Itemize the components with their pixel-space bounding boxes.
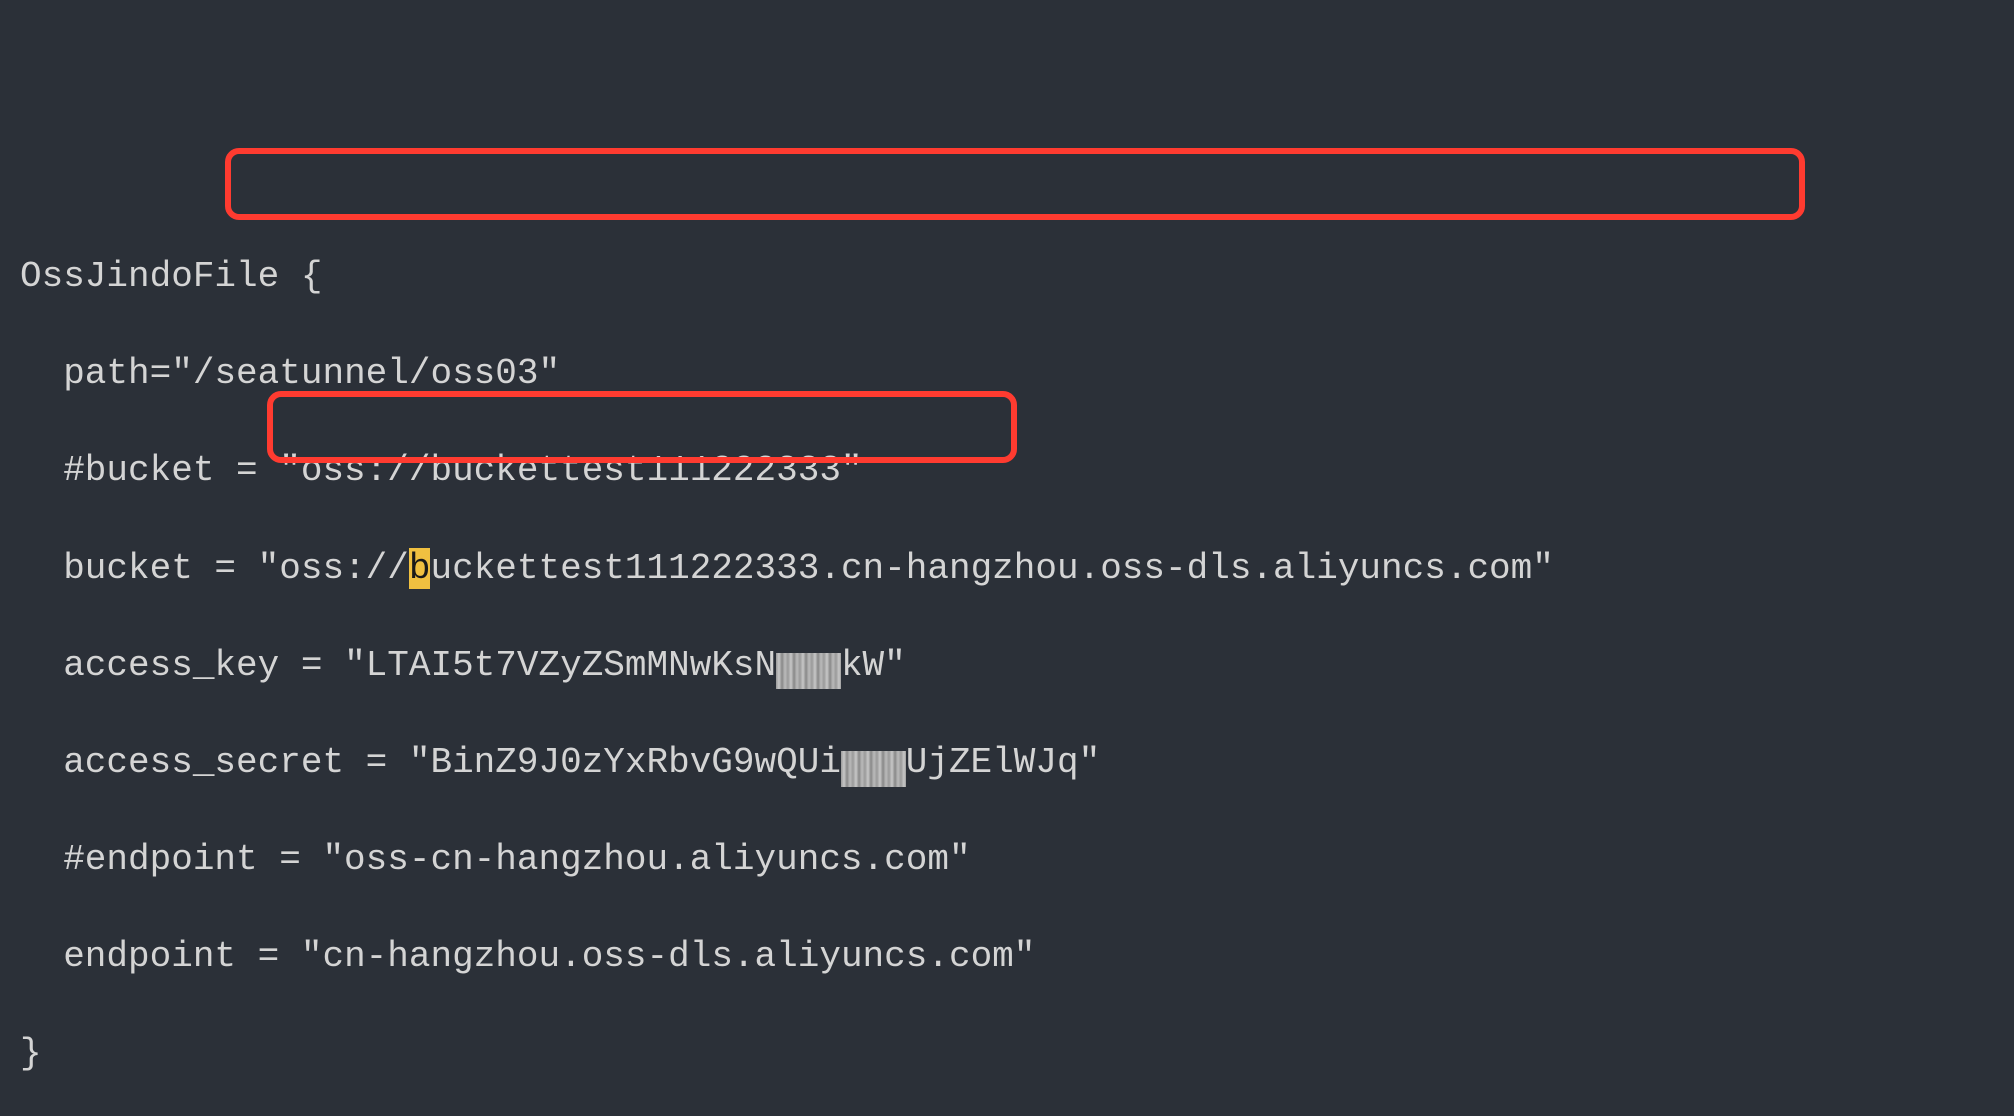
bucket-value-prefix: "oss:// [258, 548, 409, 589]
access-key-value-pre: "LTAI5t7VZyZSmMNwKsN [344, 645, 776, 686]
access-secret-key: access_secret = [63, 742, 409, 783]
code-line-5: access_key = "LTAI5t7VZyZSmMNwKsN kW" [20, 642, 1994, 691]
code-line-1: OssJindoFile { [20, 253, 1994, 302]
access-key-value-post: kW" [841, 645, 906, 686]
access-secret-value-pre: "BinZ9J0zYxRbvG9wQUi [409, 742, 841, 783]
code-line-2: path="/seatunnel/oss03" [20, 350, 1994, 399]
access-key-key: access_key = [63, 645, 344, 686]
path-value: "/seatunnel/oss03" [171, 353, 560, 394]
censored-block-2 [841, 751, 906, 787]
bucket-key: bucket = [63, 548, 236, 589]
block-close: } [20, 1033, 42, 1074]
path-key: path [63, 353, 149, 394]
endpoint-key: endpoint = [63, 936, 279, 977]
endpoint-comment: #endpoint = "oss-cn-hangzhou.aliyuncs.co… [63, 839, 970, 880]
code-line-9: } [20, 1030, 1994, 1079]
code-block[interactable]: OssJindoFile { path="/seatunnel/oss03" #… [20, 204, 1994, 1116]
endpoint-value: "cn-hangzhou.oss-dls.aliyuncs.com" [301, 936, 1036, 977]
code-line-4: bucket = "oss://buckettest111222333.cn-h… [20, 545, 1994, 594]
cursor-highlight: b [409, 548, 431, 589]
code-line-7: #endpoint = "oss-cn-hangzhou.aliyuncs.co… [20, 836, 1994, 885]
block-header: OssJindoFile { [20, 256, 322, 297]
bucket-comment: #bucket = "oss://buckettest111222333" [63, 450, 862, 491]
bucket-value-suffix: uckettest111222333.cn-hangzhou.oss-dls.a… [430, 548, 1553, 589]
code-line-6: access_secret = "BinZ9J0zYxRbvG9wQUi UjZE… [20, 739, 1994, 788]
code-line-3: #bucket = "oss://buckettest111222333" [20, 447, 1994, 496]
censored-block-1 [776, 653, 841, 689]
code-line-8: endpoint = "cn-hangzhou.oss-dls.aliyuncs… [20, 933, 1994, 982]
access-secret-value-post: UjZElWJq" [906, 742, 1100, 783]
